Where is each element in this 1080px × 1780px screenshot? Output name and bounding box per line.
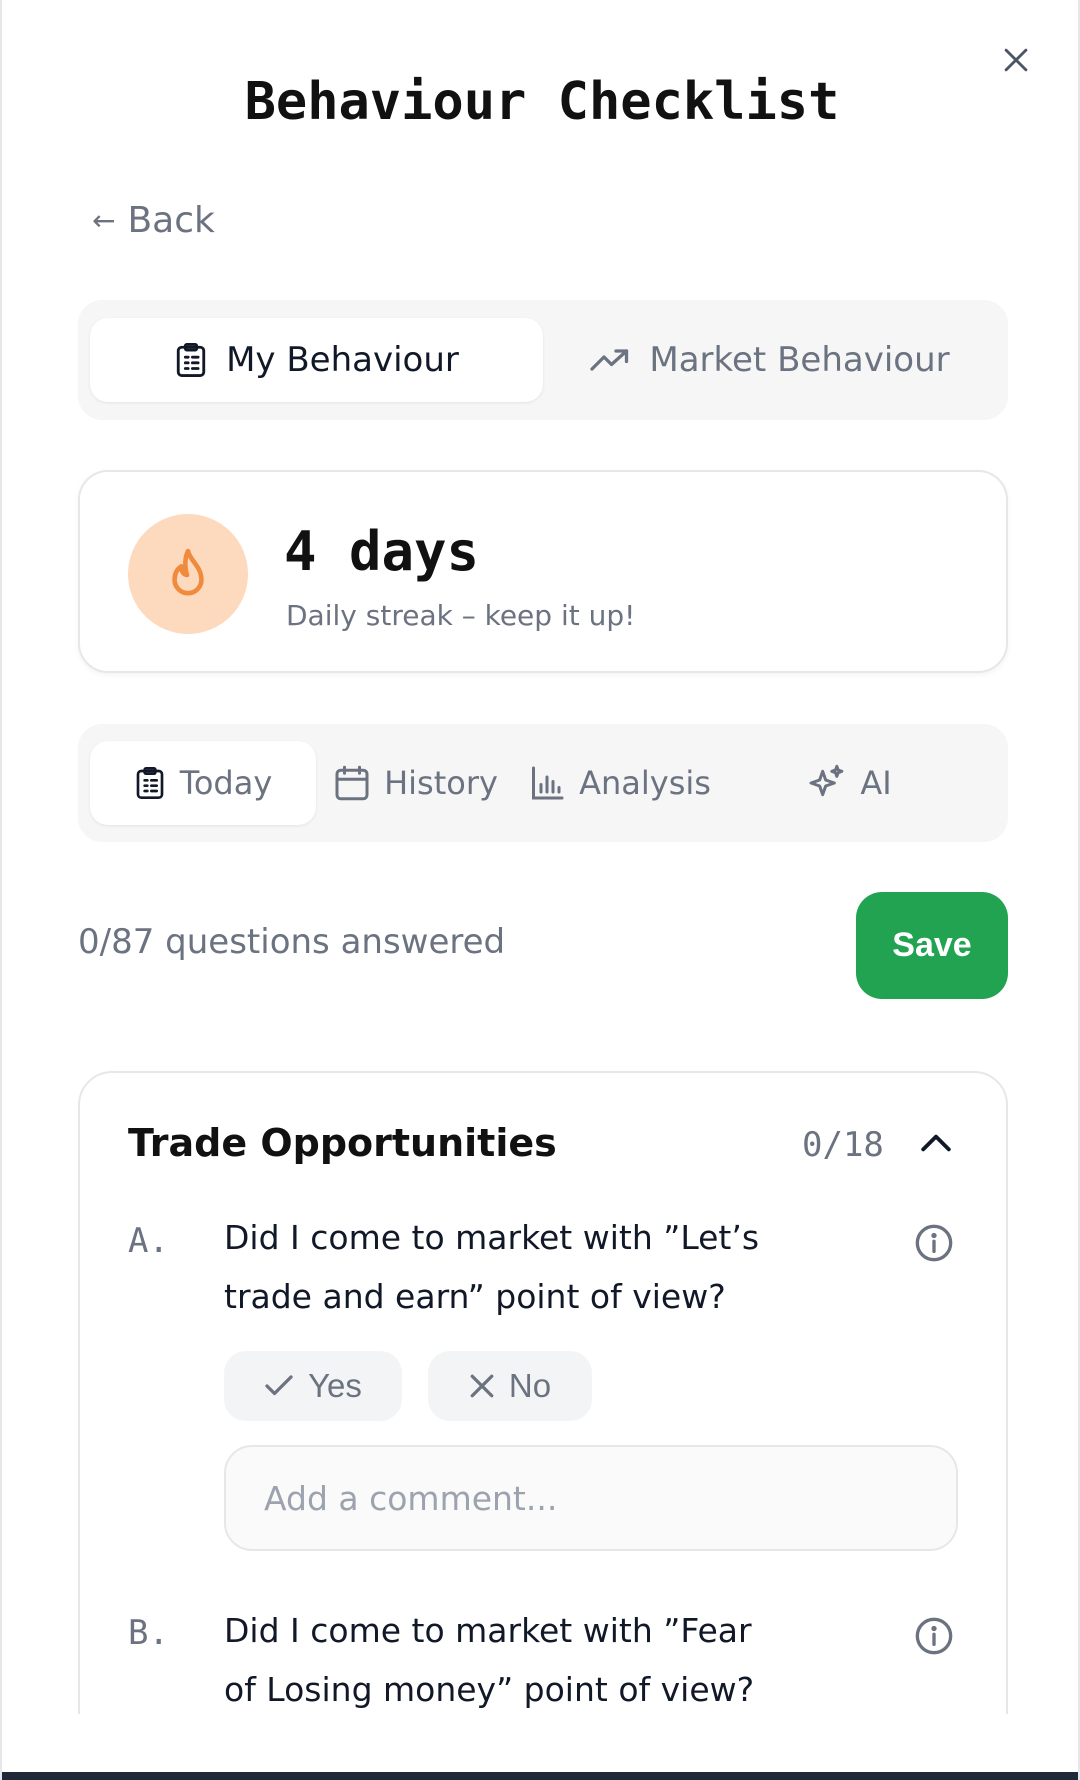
back-arrow-icon: ← (92, 204, 116, 237)
comment-input[interactable] (224, 1445, 958, 1551)
calendar-icon (335, 765, 369, 801)
collapse-button[interactable] (916, 1123, 956, 1163)
clipboard-icon (136, 767, 164, 799)
tab-my-behaviour-label: My Behaviour (226, 340, 459, 380)
info-icon (915, 1224, 953, 1262)
save-button[interactable]: Save (856, 892, 1008, 999)
chevron-up-icon (921, 1134, 951, 1152)
info-button[interactable] (912, 1221, 956, 1265)
trending-up-icon (590, 349, 629, 371)
clipboard-icon (176, 343, 206, 377)
question-letter: B. (128, 1613, 169, 1653)
section-trade-opportunities: Trade Opportunities 0/18 A. Did I come t… (78, 1071, 1008, 1780)
question-letter: A. (128, 1221, 169, 1261)
tab-my-behaviour[interactable]: My Behaviour (90, 318, 543, 402)
page-title: Behaviour Checklist (244, 72, 840, 132)
bottom-bar (2, 1772, 1078, 1780)
answer-no-label: No (508, 1367, 552, 1404)
section-count: 0/18 (802, 1125, 884, 1165)
tab-analysis[interactable]: Analysis (516, 741, 724, 825)
section-title: Trade Opportunities (128, 1121, 557, 1165)
streak-value: 4 days (284, 520, 480, 583)
modal-footer-space (2, 1714, 1078, 1772)
streak-card: 4 days Daily streak – keep it up! (78, 470, 1008, 673)
tab-market-behaviour-label: Market Behaviour (649, 340, 950, 380)
bar-chart-icon (532, 766, 564, 800)
tab-market-behaviour[interactable]: Market Behaviour (543, 318, 996, 402)
sparkles-icon (809, 764, 844, 797)
answer-yes-label: Yes (308, 1367, 362, 1404)
info-icon (915, 1617, 953, 1655)
back-label: Back (127, 200, 215, 241)
flame-icon (172, 548, 204, 596)
checklist-modal: Behaviour Checklist ← Back My Behaviour … (0, 0, 1080, 1780)
mode-tabs: My Behaviour Market Behaviour (78, 300, 1008, 420)
tab-today-label: Today (179, 764, 273, 802)
info-button[interactable] (912, 1614, 956, 1658)
tab-history-label: History (384, 764, 498, 802)
streak-icon-badge (128, 514, 248, 634)
view-tabs: Today History Analysis AI (78, 724, 1008, 842)
tab-ai[interactable]: AI (724, 741, 974, 825)
x-icon (470, 1374, 494, 1398)
check-icon (265, 1375, 293, 1396)
question-text: Did I come to market with ”Fear of Losin… (224, 1611, 755, 1709)
answer-yes-button[interactable]: Yes (224, 1351, 402, 1421)
questions-progress: 0/87 questions answered (78, 922, 506, 962)
back-button[interactable]: ← Back (92, 200, 215, 241)
tab-analysis-label: Analysis (579, 764, 711, 802)
streak-subtitle: Daily streak – keep it up! (286, 599, 636, 632)
tab-today[interactable]: Today (90, 741, 316, 825)
answer-no-button[interactable]: No (428, 1351, 592, 1421)
question-text: Did I come to market with ”Let’s trade a… (224, 1218, 760, 1316)
tab-ai-label: AI (860, 764, 892, 802)
tab-history[interactable]: History (316, 741, 516, 825)
